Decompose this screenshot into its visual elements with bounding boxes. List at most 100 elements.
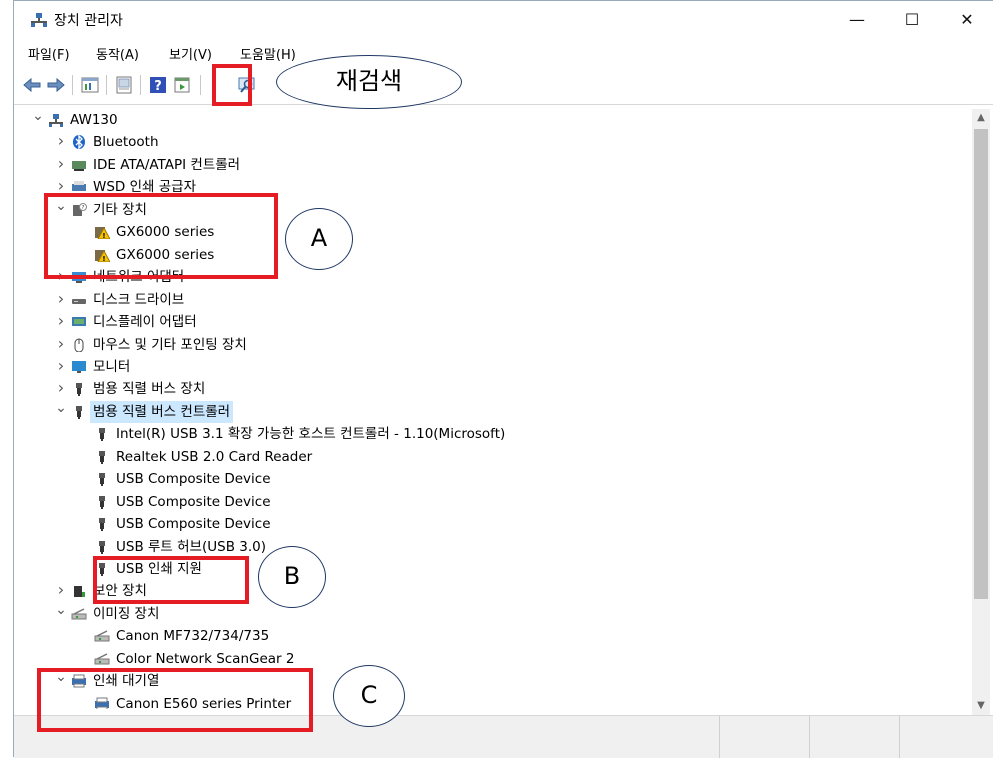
tree-item[interactable]: › 모니터 [24,356,964,378]
expand-arrow-icon[interactable]: › [55,310,67,332]
tree-item-label: 모니터 [93,358,131,375]
tree-item-label: 이미징 장치 [93,605,160,622]
rescan-highlight-box [212,64,252,106]
expand-arrow-icon[interactable]: › [55,288,67,310]
tree-item-label: 디스플레이 어댑터 [93,314,197,331]
toolbar: ? [14,65,993,105]
maximize-button[interactable]: ☐ [889,1,935,39]
svg-text:?: ? [154,79,162,94]
tree-item[interactable]: ⌄ AW130 [24,109,964,131]
usb-icon [99,495,105,509]
collapse-arrow-icon[interactable]: ⌄ [55,397,67,419]
mouse-icon [74,338,84,352]
tree-item[interactable]: USB Composite Device [24,468,964,490]
callout-b: B [258,546,326,608]
collapse-arrow-icon[interactable]: ⌄ [55,599,67,621]
usb-icon [99,540,105,554]
tree-item[interactable]: Color Network ScanGear 2 [24,648,964,670]
tree-item[interactable]: › 디스크 드라이브 [24,289,964,311]
expand-arrow-icon[interactable]: › [55,355,67,377]
monitor-icon [72,360,86,373]
collapse-arrow-icon[interactable]: ⌄ [32,109,44,127]
expand-arrow-icon[interactable]: › [55,130,67,152]
tree-item[interactable]: USB 루트 허브(USB 3.0) [24,536,964,558]
computer-icon [49,114,63,127]
device-manager-icon [31,13,47,27]
device-manager-window: 장치 관리자 — ☐ ✕ 파일(F) 동작(A) 보기(V) 도움말(H) ? … [13,0,993,758]
usb-print-support-highlight-box [93,556,249,604]
toolbar-separator [106,75,107,95]
tree-item[interactable]: USB Composite Device [24,513,964,535]
window-title: 장치 관리자 [54,13,123,29]
menu-action[interactable]: 동작(A) [96,44,139,63]
tree-item[interactable]: ⌄ 이미징 장치 [24,602,964,625]
ide-controller-icon [72,160,86,171]
tree-item[interactable]: › 디스플레이 어댑터 [24,311,964,333]
usb-icon [99,428,105,442]
tree-item[interactable]: ⌄ 범용 직렬 버스 컨트롤러 [24,400,964,423]
tree-item-label: USB Composite Device [116,493,271,510]
tree-item[interactable]: › IDE ATA/ATAPI 컨트롤러 [24,154,964,176]
tree-item-label: 디스크 드라이브 [93,291,185,308]
tree-item-label: 마우스 및 기타 포인팅 장치 [93,336,247,353]
display-adapter-icon [72,317,86,327]
callout-c: C [333,665,405,727]
tree-item-label: Intel(R) USB 3.1 확장 가능한 호스트 컨트롤러 - 1.10(… [116,426,506,443]
tree-item-label: Color Network ScanGear 2 [116,650,295,667]
expand-arrow-icon[interactable]: › [55,333,67,355]
menu-bar: 파일(F) 동작(A) 보기(V) 도움말(H) [14,39,993,65]
tree-item[interactable]: › 마우스 및 기타 포인팅 장치 [24,334,964,356]
tree-item[interactable]: USB Composite Device [24,491,964,513]
usb-icon [76,383,82,397]
scroll-down-icon[interactable]: ▼ [972,697,990,715]
menu-file[interactable]: 파일(F) [28,44,70,63]
tree-item-label: AW130 [70,112,118,128]
imaging-device-icon [94,653,110,665]
tree-item-label: 범용 직렬 버스 컨트롤러 [90,400,234,423]
vertical-scrollbar[interactable]: ▲ ▼ [972,109,990,715]
tree-item-label: USB Composite Device [116,471,271,488]
security-device-icon [74,586,85,598]
tree-item-label: Bluetooth [93,134,159,151]
scroll-thumb[interactable] [974,129,988,599]
tree-item[interactable]: › 범용 직렬 버스 장치 [24,378,964,400]
back-icon[interactable] [22,75,42,95]
expand-arrow-icon[interactable]: › [55,153,67,175]
menu-view[interactable]: 보기(V) [169,44,212,63]
toolbar-separator [200,75,201,95]
bluetooth-icon [73,135,85,150]
imaging-device-icon [71,608,87,620]
tree-item[interactable]: › Bluetooth [24,131,964,153]
imaging-device-icon [94,630,110,642]
toolbar-separator [72,75,73,95]
title-bar: 장치 관리자 — ☐ ✕ [14,1,993,39]
tree-item[interactable]: Realtek USB 2.0 Card Reader [24,446,964,468]
minimize-button[interactable]: — [834,1,880,39]
view-icon[interactable] [172,75,192,95]
usb-icon [99,518,105,532]
tree-item[interactable]: Canon MF732/734/735 [24,625,964,647]
menu-help[interactable]: 도움말(H) [240,44,296,63]
forward-icon[interactable] [46,75,66,95]
close-button[interactable]: ✕ [944,1,990,39]
properties-icon[interactable] [80,75,100,95]
device-icon[interactable] [114,75,134,95]
usb-icon [76,405,82,419]
status-cell [719,716,810,758]
usb-icon [99,450,105,464]
tree-item-label: Canon MF732/734/735 [116,628,270,645]
status-cell [899,716,993,758]
toolbar-separator [140,75,141,95]
usb-icon [99,473,105,487]
disk-drive-icon [72,298,86,304]
status-cell [809,716,900,758]
callout-a: A [285,208,353,270]
other-devices-highlight-box [44,193,278,279]
tree-item-label: USB 루트 허브(USB 3.0) [116,538,266,555]
tree-item[interactable]: Intel(R) USB 3.1 확장 가능한 호스트 컨트롤러 - 1.10(… [24,423,964,445]
tree-item-label: IDE ATA/ATAPI 컨트롤러 [93,156,241,173]
tree-item-label: 범용 직렬 버스 장치 [93,381,206,398]
scroll-up-icon[interactable]: ▲ [972,109,990,127]
rescan-callout: 재검색 [276,55,462,109]
help-icon[interactable]: ? [148,75,168,95]
